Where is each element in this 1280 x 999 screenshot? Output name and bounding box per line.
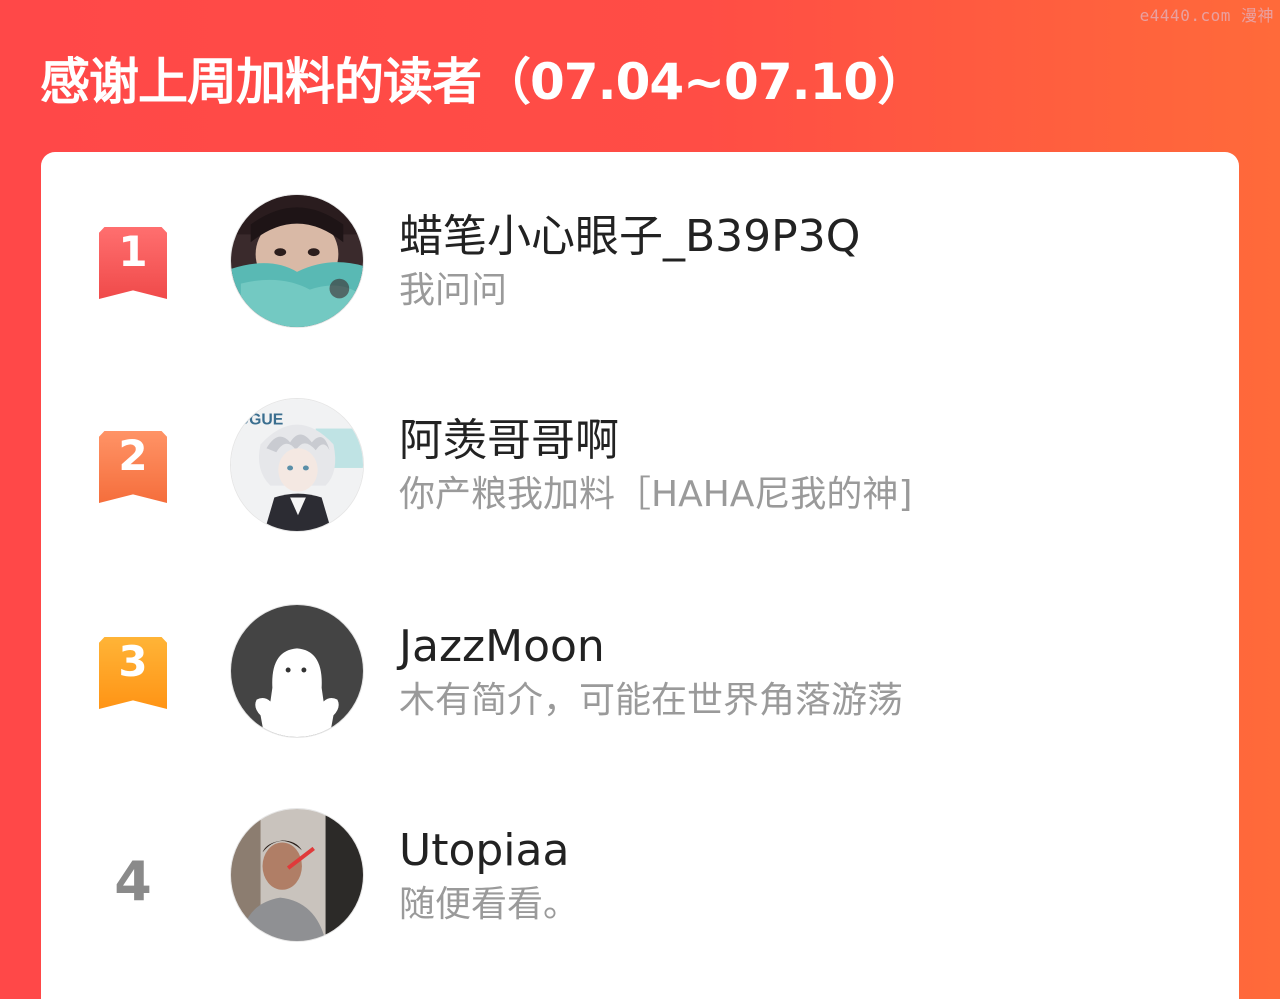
- page: e4440.com 漫神 感谢上周加料的读者（07.04~07.10） 1 蜡笔…: [0, 0, 1280, 999]
- man-portrait-icon: [231, 809, 363, 941]
- rank-number: 4: [114, 850, 152, 913]
- reader-row-3[interactable]: 3 JazzMoon 木有简介，可能在世界角落游荡: [41, 604, 1239, 754]
- girl-portrait-avatar[interactable]: [230, 194, 364, 328]
- default-ghost-avatar[interactable]: [230, 604, 364, 738]
- reader-name[interactable]: JazzMoon: [399, 620, 605, 674]
- rank-badge-icon: 2: [99, 431, 167, 503]
- reader-row-4[interactable]: 4 Utopiaa 随便看看。: [41, 808, 1239, 958]
- anime-character-icon: OGUE: [231, 399, 363, 531]
- reader-name[interactable]: 蜡笔小心眼子_B39P3Q: [399, 210, 860, 264]
- reader-bio: 我问问: [399, 270, 508, 311]
- page-title: 感谢上周加料的读者（07.04~07.10）: [40, 53, 927, 111]
- girl-portrait-icon: [231, 195, 363, 327]
- reader-list-card: 1 蜡笔小心眼子_B39P3Q 我问问 2 OGUE 阿羡哥哥啊 你产粮我加料［…: [41, 152, 1239, 999]
- rank-number: 3: [118, 637, 148, 686]
- rank-number: 2: [118, 431, 148, 480]
- reader-name[interactable]: Utopiaa: [399, 824, 569, 878]
- reader-name[interactable]: 阿羡哥哥啊: [399, 414, 619, 468]
- rank-number: 1: [118, 227, 148, 276]
- watermark: e4440.com 漫神: [1139, 6, 1274, 25]
- reader-row-2[interactable]: 2 OGUE 阿羡哥哥啊 你产粮我加料［HAHA尼我的神]: [41, 398, 1239, 548]
- reader-bio: 你产粮我加料［HAHA尼我的神]: [399, 474, 913, 515]
- svg-text:OGUE: OGUE: [237, 412, 283, 429]
- rank-badge-icon: 3: [99, 637, 167, 709]
- reader-bio: 木有简介，可能在世界角落游荡: [399, 680, 904, 721]
- reader-bio: 随便看看。: [399, 884, 580, 925]
- man-portrait-avatar[interactable]: [230, 808, 364, 942]
- reader-row-1[interactable]: 1 蜡笔小心眼子_B39P3Q 我问问: [41, 194, 1239, 344]
- rank-badge-icon: 1: [99, 227, 167, 299]
- anime-character-avatar[interactable]: OGUE: [230, 398, 364, 532]
- ghost-icon: [231, 605, 363, 737]
